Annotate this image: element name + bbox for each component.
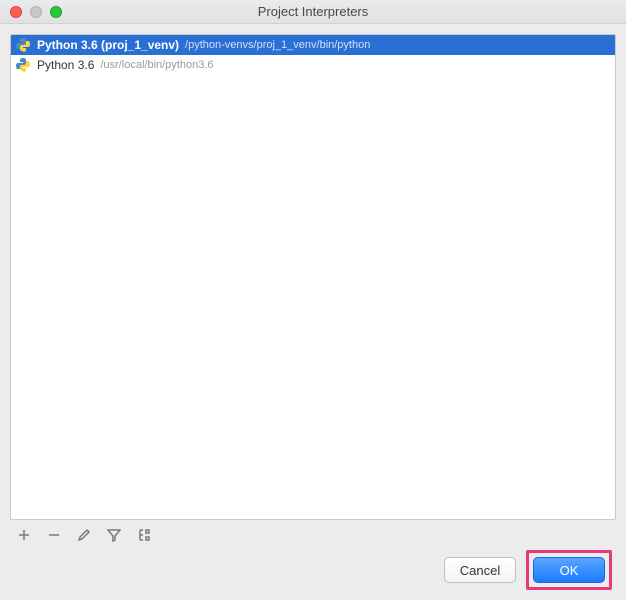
- plus-icon: [17, 528, 31, 542]
- cancel-button[interactable]: Cancel: [444, 557, 516, 583]
- interpreter-name: Python 3.6 (proj_1_venv): [37, 38, 179, 52]
- edit-button[interactable]: [76, 527, 92, 543]
- minus-icon: [47, 528, 61, 542]
- python-icon: [15, 37, 31, 53]
- pencil-icon: [77, 528, 91, 542]
- tree-icon: [137, 528, 151, 542]
- ok-button[interactable]: OK: [533, 557, 605, 583]
- dialog-window: Project Interpreters Python 3.6 (proj_1_…: [0, 0, 626, 600]
- content-area: Python 3.6 (proj_1_venv) /python-venvs/p…: [0, 24, 626, 550]
- list-toolbar: [10, 520, 616, 550]
- filter-button[interactable]: [106, 527, 122, 543]
- python-icon: [15, 57, 31, 73]
- interpreter-name: Python 3.6: [37, 58, 94, 72]
- show-paths-button[interactable]: [136, 527, 152, 543]
- add-button[interactable]: [16, 527, 32, 543]
- funnel-icon: [107, 528, 121, 542]
- interpreter-path: /usr/local/bin/python3.6: [100, 59, 213, 71]
- ok-highlight: OK: [526, 550, 612, 590]
- interpreter-row[interactable]: Python 3.6 (proj_1_venv) /python-venvs/p…: [11, 35, 615, 55]
- dialog-footer: Cancel OK: [0, 550, 626, 600]
- interpreter-row[interactable]: Python 3.6 /usr/local/bin/python3.6: [11, 55, 615, 75]
- titlebar: Project Interpreters: [0, 0, 626, 24]
- interpreter-list[interactable]: Python 3.6 (proj_1_venv) /python-venvs/p…: [10, 34, 616, 520]
- interpreter-path: /python-venvs/proj_1_venv/bin/python: [185, 39, 370, 51]
- remove-button[interactable]: [46, 527, 62, 543]
- window-title: Project Interpreters: [0, 4, 626, 19]
